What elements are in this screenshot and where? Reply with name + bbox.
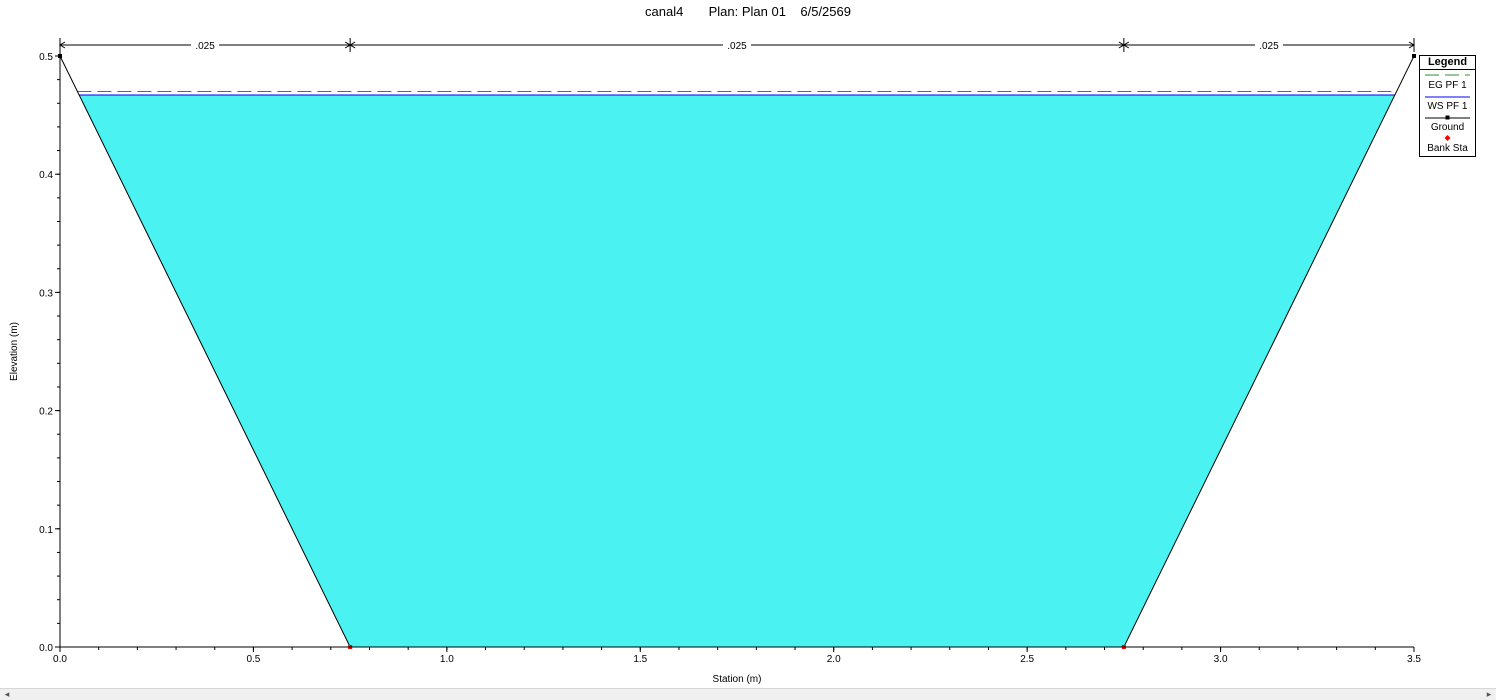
n-value-label: .025	[1259, 41, 1279, 52]
cross-section-plot: 0.0 0.5 1.0 1.5 2.0 2.5 3.0 3.5 0.0 0.1 0.2 0.3 0.4 0…	[9, 38, 1421, 685]
legend-title: Legend	[1420, 56, 1475, 70]
x-tick-label: 3.0	[1214, 654, 1228, 665]
y-tick-label: 0.0	[39, 643, 53, 654]
y-tick-label: 0.4	[39, 170, 53, 181]
legend-item-ws: WS PF 1	[1427, 101, 1468, 112]
x-tick-label: 1.0	[440, 654, 454, 665]
scroll-right-icon[interactable]: ▸	[1482, 689, 1496, 700]
scroll-left-icon[interactable]: ◂	[0, 689, 14, 700]
horizontal-scrollbar[interactable]: ◂ ▸	[0, 688, 1496, 700]
legend-box: Legend EG PF 1 WS PF 1 Ground Bank Sta	[1419, 55, 1476, 157]
x-tick-label: 2.5	[1020, 654, 1034, 665]
y-tick-label: 0.5	[39, 52, 53, 63]
water-area	[79, 95, 1395, 648]
x-tick-label: 0.0	[53, 654, 67, 665]
legend-item-bank: Bank Sta	[1427, 143, 1468, 154]
legend-bank-swatch	[1444, 135, 1451, 141]
legend-item-ground: Ground	[1430, 122, 1465, 133]
y-tick-label: 0.1	[39, 525, 53, 536]
x-tick-label: 2.0	[827, 654, 841, 665]
x-tick-label: 3.5	[1407, 654, 1421, 665]
y-tick-label: 0.3	[39, 288, 53, 299]
n-value-label: .025	[727, 41, 747, 52]
n-value-label: .025	[195, 41, 215, 52]
x-tick-label: 0.5	[246, 654, 260, 665]
cross-section-plot-window: canal4 Plan: Plan 01 6/5/2569 0.0 0.5 1.0 1…	[0, 0, 1496, 700]
legend-eg-swatch	[1425, 74, 1470, 76]
ground-point	[1412, 54, 1416, 58]
legend-ground-swatch	[1425, 115, 1470, 120]
y-axis-label: Elevation (m)	[9, 322, 20, 381]
legend-ws-swatch	[1425, 96, 1470, 98]
y-tick-label: 0.2	[39, 407, 53, 418]
x-axis-label: Station (m)	[713, 674, 762, 685]
x-tick-label: 1.5	[633, 654, 647, 665]
legend-item-eg: EG PF 1	[1428, 80, 1467, 91]
